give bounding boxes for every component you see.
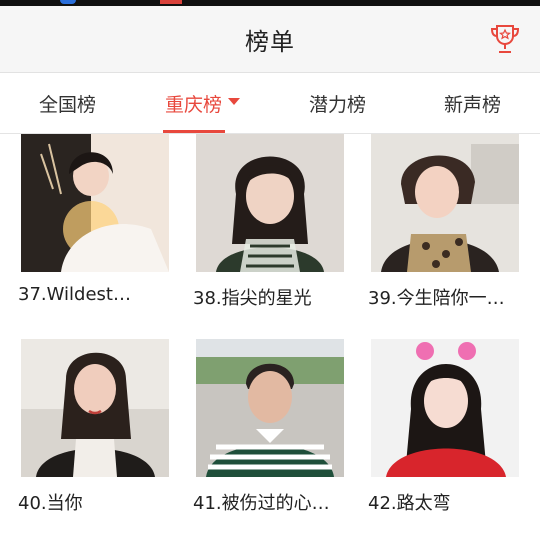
cover-photo xyxy=(196,339,344,477)
tab-label: 重庆榜 xyxy=(164,93,222,116)
card-caption: 37.Wildest… xyxy=(18,284,131,305)
card-caption: 40.当你 xyxy=(18,493,83,514)
tab-label: 新声榜 xyxy=(443,93,501,116)
ranking-card[interactable]: 41.被伤过的心… xyxy=(193,339,361,515)
cover-photo xyxy=(21,339,169,477)
page-title: 榜单 xyxy=(245,27,295,56)
caret-down-icon xyxy=(228,97,240,105)
card-caption: 41.被伤过的心… xyxy=(193,493,330,514)
ranking-card[interactable]: 38.指尖的星光 xyxy=(193,134,361,310)
tab-national[interactable]: 全国榜 xyxy=(0,73,135,133)
cover-photo xyxy=(371,134,519,272)
ranking-card[interactable]: 40.当你 xyxy=(18,339,186,515)
tab-bar: 全国榜 重庆榜 潜力榜 新声榜 xyxy=(0,73,540,134)
tab-label: 全国榜 xyxy=(38,93,96,116)
ranking-grid: 37.Wildest… 38.指尖的星光 39.今生陪你一… 40.当你 41.… xyxy=(0,134,540,540)
card-caption: 38.指尖的星光 xyxy=(193,288,312,309)
status-indicator xyxy=(60,0,76,4)
card-caption: 42.路太弯 xyxy=(368,493,451,514)
cover-photo xyxy=(371,339,519,477)
ranking-card[interactable]: 42.路太弯 xyxy=(368,339,536,515)
app-header: 榜单 xyxy=(0,6,540,73)
cover-photo xyxy=(21,134,169,272)
cover-photo xyxy=(196,134,344,272)
tab-new-voice[interactable]: 新声榜 xyxy=(405,73,540,133)
ranking-card[interactable]: 37.Wildest… xyxy=(18,134,186,305)
ranking-card[interactable]: 39.今生陪你一… xyxy=(368,134,536,310)
active-tab-indicator xyxy=(163,130,225,133)
card-caption: 39.今生陪你一… xyxy=(368,288,505,309)
trophy-icon[interactable] xyxy=(488,22,522,56)
tab-label: 潜力榜 xyxy=(308,93,366,116)
tab-chongqing[interactable]: 重庆榜 xyxy=(135,73,270,133)
status-indicator xyxy=(160,0,182,4)
tab-potential[interactable]: 潜力榜 xyxy=(270,73,405,133)
